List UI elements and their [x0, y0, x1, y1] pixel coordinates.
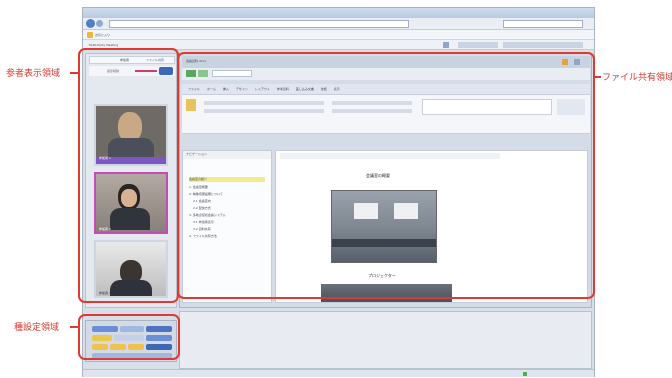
participants-area-label: 参者表示領域: [6, 69, 61, 79]
participants-pointer: [70, 72, 78, 74]
settings-pointer: [70, 326, 78, 328]
page-menu-icon[interactable]: [458, 42, 498, 48]
tools-menu-icon[interactable]: [503, 42, 583, 48]
favorites-label[interactable]: お気に入り: [95, 30, 110, 40]
favorites-star-icon[interactable]: [87, 32, 93, 38]
participants-area-highlight: [78, 48, 179, 303]
status-bar: [83, 369, 594, 377]
search-input[interactable]: [503, 20, 583, 28]
url-input[interactable]: http://...: [109, 20, 409, 37]
favorites-bar: お気に入り: [83, 30, 594, 40]
home-icon[interactable]: [443, 42, 449, 48]
chat-area[interactable]: [179, 311, 592, 369]
title-bar: [83, 8, 594, 18]
file-share-area-highlight: [177, 52, 595, 299]
back-icon[interactable]: [86, 19, 95, 28]
settings-area-highlight: [78, 314, 180, 360]
status-icon: [523, 372, 527, 376]
address-bar: http://...: [83, 18, 594, 37]
file-share-area-label: ファイル共有領域: [602, 73, 672, 83]
forward-icon[interactable]: [96, 20, 103, 27]
settings-area-label: 種設定領域: [14, 323, 60, 333]
file-share-pointer: [595, 76, 601, 78]
